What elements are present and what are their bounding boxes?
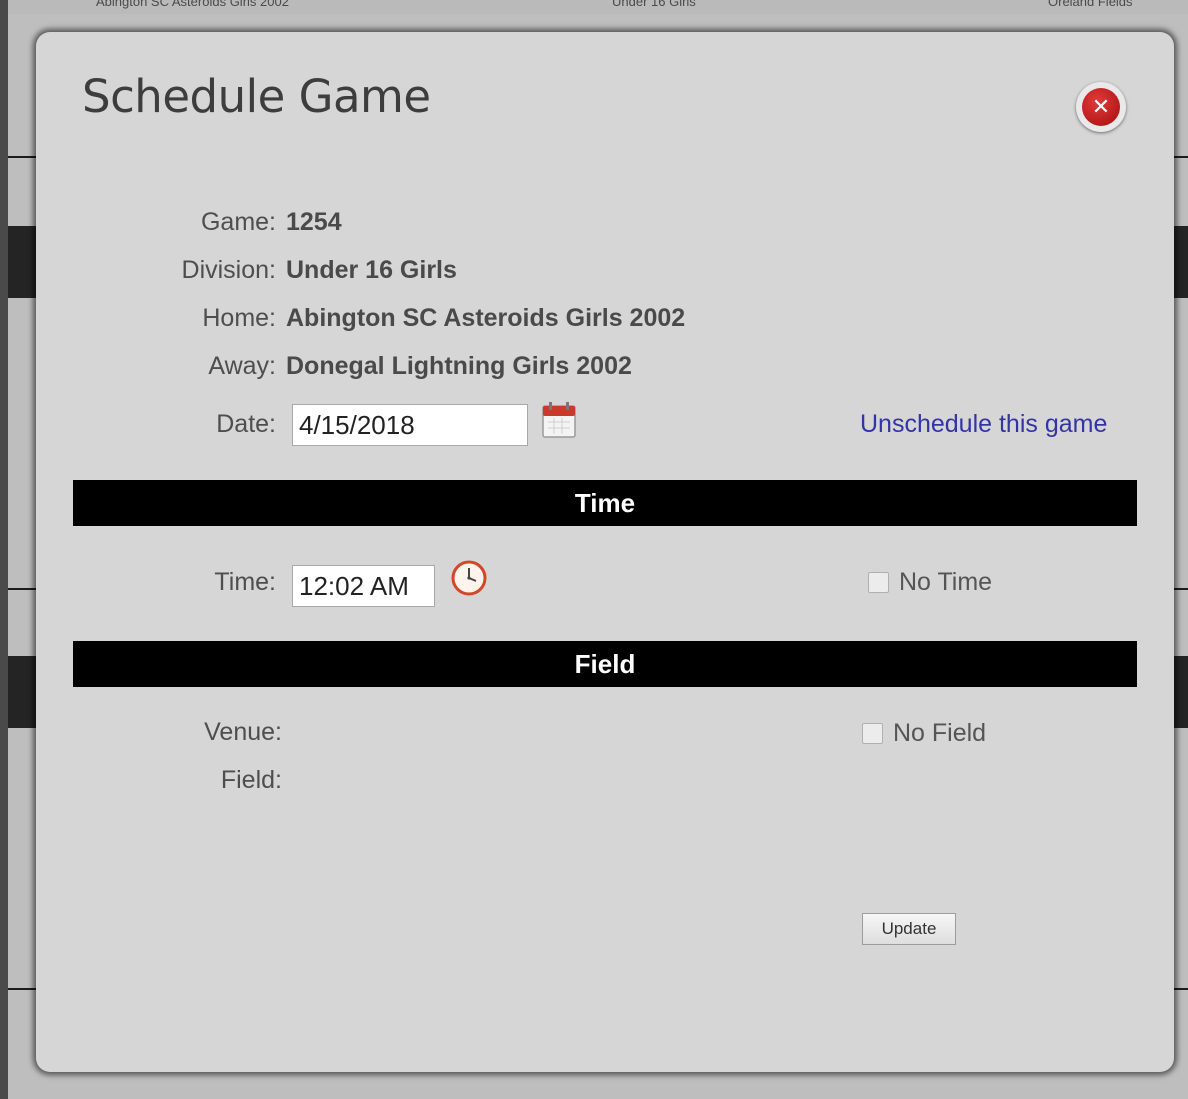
no-field-checkbox-box[interactable] [862,722,883,744]
clock-icon[interactable] [450,559,488,597]
no-field-label: No Field [893,718,987,747]
time-input[interactable] [292,565,435,607]
division-value: Under 16 Girls [286,256,457,284]
unschedule-link[interactable]: Unschedule this game [860,410,1107,439]
time-row: Time: [36,568,286,608]
update-button[interactable]: Update [862,913,956,945]
division-row: Division: Under 16 Girls [36,256,936,296]
calendar-icon[interactable] [540,400,578,440]
game-value: 1254 [286,208,342,236]
close-button[interactable]: ✕ [1076,82,1126,132]
no-time-checkbox[interactable]: No Time [868,565,992,599]
no-time-checkbox-box[interactable] [868,571,889,593]
no-field-checkbox[interactable]: No Field [862,716,986,750]
away-team-value: Donegal Lightning Girls 2002 [286,352,632,380]
time-section-header: Time [73,480,1137,526]
schedule-game-dialog: Schedule Game ✕ Game: 1254 Division: Und… [36,32,1174,1072]
division-label: Division: [181,256,276,284]
date-label: Date: [216,410,276,438]
dialog-title: Schedule Game [82,70,431,123]
field-row: Field: [36,766,286,806]
away-row: Away: Donegal Lightning Girls 2002 [36,352,936,392]
venue-label: Venue: [204,718,282,746]
field-label: Field: [220,766,282,794]
no-time-label: No Time [899,567,993,596]
home-team-value: Abington SC Asteroids Girls 2002 [286,304,686,332]
time-label: Time: [214,568,276,596]
away-label: Away: [208,352,276,380]
date-row: Date: [36,410,286,450]
field-section-header: Field [73,641,1137,687]
home-label: Home: [202,304,276,332]
close-x-icon: ✕ [1082,88,1120,126]
game-label: Game: [200,208,276,236]
venue-row: Venue: [36,718,286,758]
date-input[interactable] [292,404,528,446]
home-row: Home: Abington SC Asteroids Girls 2002 [36,304,936,344]
game-row: Game: 1254 [36,208,936,248]
